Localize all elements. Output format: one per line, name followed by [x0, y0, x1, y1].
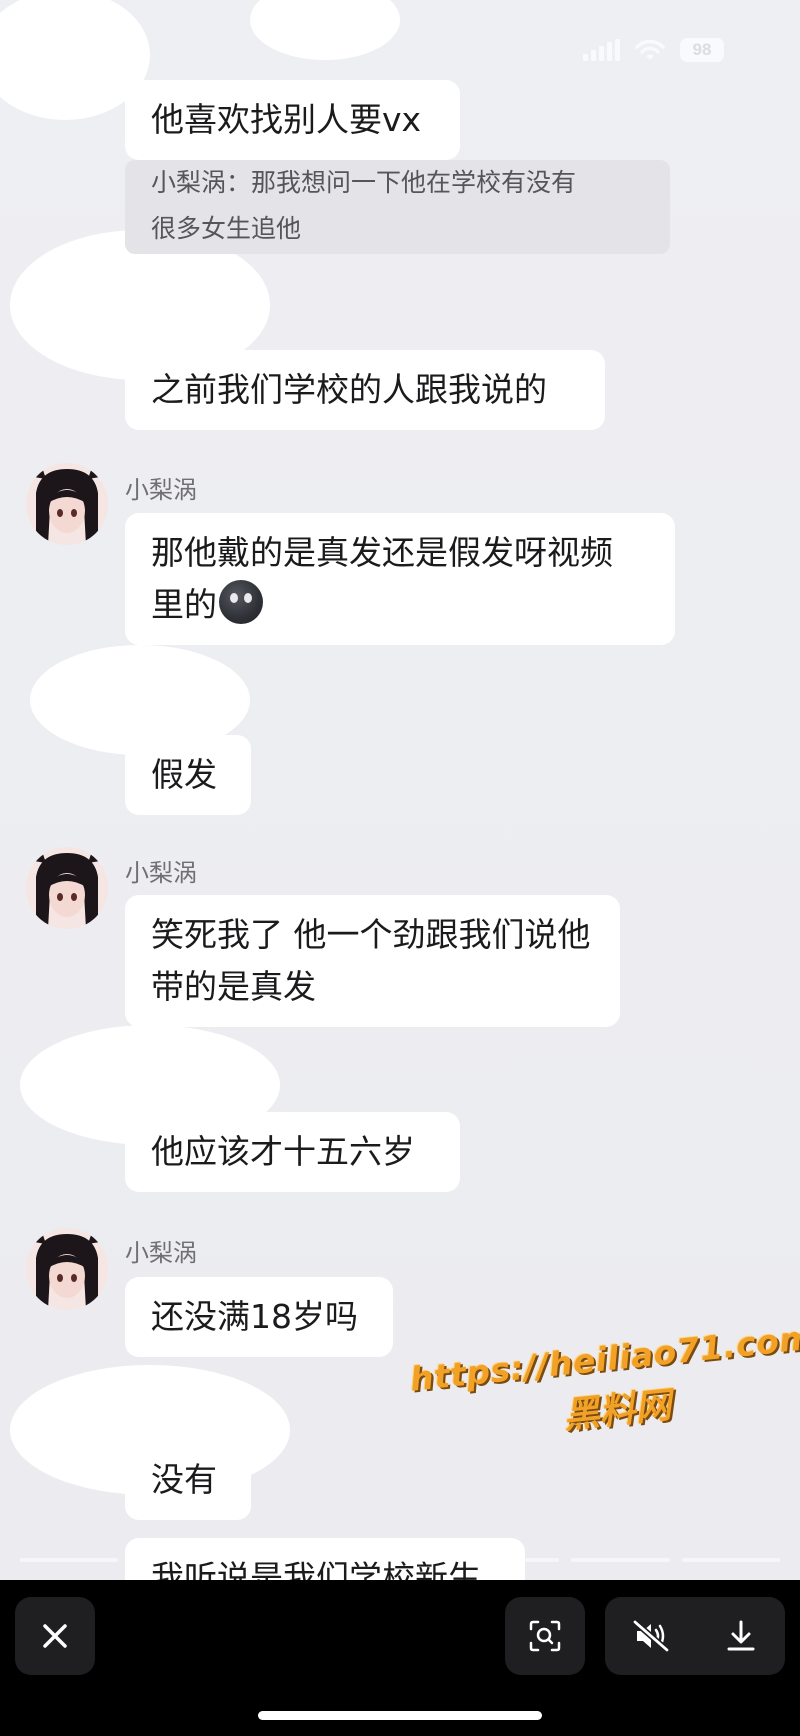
- message-text: 笑死我了 他一个劲跟我们说他: [151, 915, 591, 954]
- message-bubble: 之前我们学校的人跟我说的: [125, 350, 605, 430]
- story-progress-bar: [20, 1558, 780, 1562]
- speaker-muted-icon[interactable]: [632, 1619, 670, 1653]
- message-text: 带的是真发: [151, 967, 316, 1006]
- message-bubble: 那他戴的是真发还是假发呀视频 里的: [125, 513, 675, 645]
- status-bar: 98: [583, 38, 724, 62]
- message-bubble: 笑死我了 他一个劲跟我们说他 带的是真发: [125, 895, 620, 1027]
- message-bubble: 假发: [125, 735, 251, 815]
- media-controls-group: [605, 1597, 785, 1675]
- message-text: 里的: [151, 585, 217, 624]
- message-bubble: 他应该才十五六岁: [125, 1112, 460, 1192]
- battery-indicator: 98: [680, 38, 724, 62]
- message-bubble: 他喜欢找别人要vx: [125, 80, 460, 160]
- watermark: https://heiliao71.com 黑料网: [408, 1318, 800, 1455]
- redaction-blob: [250, 0, 400, 60]
- close-icon: [43, 1624, 67, 1648]
- message-text: 之前我们学校的人跟我说的: [151, 370, 547, 409]
- avatar[interactable]: [26, 463, 108, 545]
- visual-search-button[interactable]: [505, 1597, 585, 1675]
- wifi-icon: [635, 39, 665, 60]
- quoted-reply: 小梨涡：那我想问一下他在学校有没有 很多女生追他: [125, 160, 670, 254]
- chat-screenshot: 98 他喜欢找别人要vx 小梨涡：那我想问一下他在学校有没有 很多女生追他 之前…: [0, 0, 800, 1580]
- message-text: 没有: [151, 1460, 217, 1499]
- message-text: 假发: [151, 755, 217, 794]
- message-text: 他应该才十五六岁: [151, 1132, 415, 1171]
- close-button[interactable]: [15, 1597, 95, 1675]
- message-text: 我听说是我们学校新生: [151, 1558, 481, 1580]
- cellular-signal-icon: [583, 39, 620, 61]
- sender-name: 小梨涡: [125, 1239, 197, 1267]
- message-text: 那他戴的是真发还是假发呀视频: [151, 533, 613, 572]
- message-text: 还没满18岁吗: [151, 1297, 358, 1336]
- message-bubble: 还没满18岁吗: [125, 1277, 393, 1357]
- message-bubble: 没有: [125, 1440, 251, 1520]
- quote-text: 很多女生追他: [151, 214, 302, 243]
- dark-face-emoji-icon: [219, 580, 263, 624]
- avatar[interactable]: [26, 1228, 108, 1310]
- scan-search-icon: [529, 1620, 561, 1652]
- quote-text: 小梨涡：那我想问一下他在学校有没有: [151, 168, 577, 197]
- avatar[interactable]: [26, 847, 108, 929]
- sender-name: 小梨涡: [125, 476, 197, 504]
- home-indicator[interactable]: [258, 1711, 542, 1720]
- sender-name: 小梨涡: [125, 859, 197, 887]
- download-icon[interactable]: [724, 1619, 758, 1653]
- message-text: 他喜欢找别人要vx: [151, 100, 422, 139]
